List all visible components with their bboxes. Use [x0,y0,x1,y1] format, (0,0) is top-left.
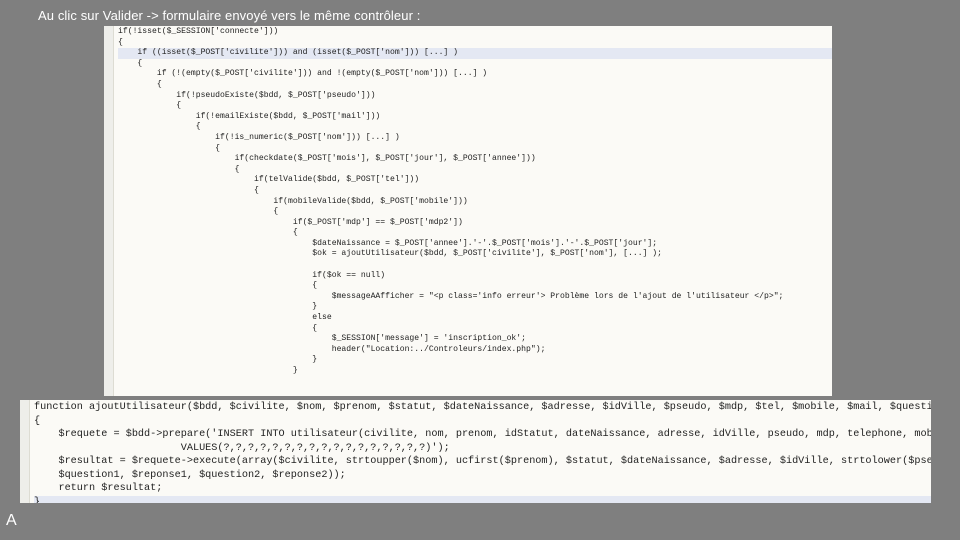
code-line: if(checkdate($_POST['mois'], $_POST['jou… [118,154,536,164]
code-screenshot-function: function ajoutUtilisateur($bdd, $civilit… [20,400,931,503]
code-line: if(telValide($bdd, $_POST['tel'])) [118,175,420,185]
code-line: if(!pseudoExiste($bdd, $_POST['pseudo'])… [118,90,376,100]
code-line: } [118,355,318,365]
code-line: { [118,79,162,89]
code-line: { [118,58,143,68]
code-line: $ok = ajoutUtilisateur($bdd, $_POST['civ… [118,249,662,259]
slide-letter: A [6,512,17,529]
code-lines: if(!isset($_SESSION['connecte'])) { if (… [118,27,832,377]
code-line: if(mobileValide($bdd, $_POST['mobile'])) [118,196,468,206]
code-line: } [118,366,298,375]
code-line: { [118,281,318,291]
code-line: if(!emailExiste($bdd, $_POST['mail'])) [118,111,381,121]
code-gutter [104,26,114,396]
code-gutter [20,400,30,503]
code-line: { [118,228,298,238]
code-line: { [34,415,41,427]
code-line-highlighted: if ((isset($_POST['civilite'])) and (iss… [118,48,832,59]
code-line: { [118,101,182,111]
code-line: $resultat = $requete->execute(array($civ… [34,456,931,467]
code-line: $question1, $reponse1, $question2, $repo… [34,469,346,481]
code-line: if(!is_numeric($_POST['nom'])) [...] ) [118,132,400,142]
code-line: if (!(empty($_POST['civilite'])) and !(e… [118,69,488,79]
code-line: if($_POST['mdp'] == $_POST['mdp2']) [118,217,463,227]
code-line-highlighted: } [34,495,931,503]
code-line: return $resultat; [34,483,163,494]
code-line: { [118,143,220,153]
code-line: } [118,302,318,312]
code-line: $requete = $bdd->prepare('INSERT INTO ut… [34,429,931,440]
code-line: { [118,185,259,195]
code-line: { [118,207,279,217]
code-lines: function ajoutUtilisateur($bdd, $civilit… [34,401,931,503]
code-line: if($ok == null) [118,270,386,280]
code-line: { [118,122,201,132]
code-line: $_SESSION['message'] = 'inscription_ok'; [118,334,526,344]
code-line: if(!isset($_SESSION['connecte'])) [118,27,279,36]
code-screenshot-controller: if(!isset($_SESSION['connecte'])) { if (… [104,26,832,396]
code-line: { [118,37,123,47]
slide-title: Au clic sur Valider -> formulaire envoyé… [38,8,421,23]
code-line: function ajoutUtilisateur($bdd, $civilit… [34,402,931,413]
code-line: VALUES(?,?,?,?,?,?,?,?,?,?,?,?,?,?,?,?,?… [34,442,450,454]
code-line: { [118,323,318,333]
code-line: $messageAAfficher = "<p class='info erre… [118,291,784,301]
code-line: else [118,313,332,323]
code-line: $dateNaissance = $_POST['annee'].'-'.$_P… [118,238,658,248]
code-line: header("Location:../Controleurs/index.ph… [118,344,546,354]
code-line: { [118,164,240,174]
